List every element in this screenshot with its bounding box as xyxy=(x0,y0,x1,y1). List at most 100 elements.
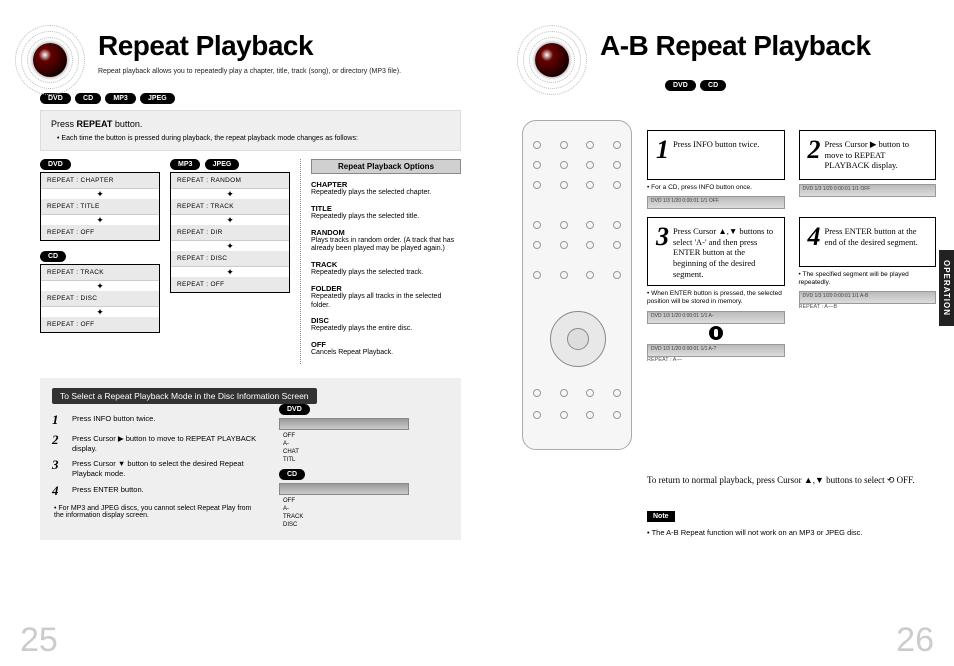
ab-step-4: 4 Press ENTER button at the end of the d… xyxy=(799,217,937,362)
flow-pill-jpeg: JPEG xyxy=(205,159,240,170)
osd-display: DVD 1/3 1/20 0:00:01 1/1 A-? xyxy=(647,344,785,357)
box-head-pre: Press xyxy=(51,119,77,129)
step-3: 3Press Cursor ▼ button to select the des… xyxy=(52,457,259,479)
flow-group-dvd: REPEAT : CHAPTER ✦ REPEAT : TITLE ✦ REPE… xyxy=(40,172,160,241)
step-number: 1 xyxy=(656,137,669,163)
ab-step-1: 1 Press INFO button twice. • For a CD, p… xyxy=(647,130,785,209)
flow-item: REPEAT : CHAPTER xyxy=(41,173,159,189)
opt-key: RANDOM xyxy=(311,228,461,237)
down-arrow-icon: ✦ xyxy=(41,215,159,225)
osd-display: DVD 1/3 1/20 0:00:01 1/1 A- xyxy=(647,311,785,324)
return-to-normal: To return to normal playback, press Curs… xyxy=(647,474,954,487)
sub-text: When ENTER button is pressed, the select… xyxy=(647,290,782,305)
flow-columns: DVD REPEAT : CHAPTER ✦ REPEAT : TITLE ✦ … xyxy=(40,159,461,364)
options-col: Repeat Playback Options CHAPTERRepeatedl… xyxy=(300,159,461,364)
opt-key: TRACK xyxy=(311,260,461,269)
select-mode-box: To Select a Repeat Playback Mode in the … xyxy=(40,378,461,540)
opt-val: Repeatedly plays the entire disc. xyxy=(311,325,461,334)
dvd-mini-list: OFF A- CHAT TITL xyxy=(283,433,449,463)
flow-pill-cd: CD xyxy=(40,251,66,262)
down-arrow-icon: ✦ xyxy=(171,189,289,199)
flow-item: REPEAT : TRACK xyxy=(41,265,159,281)
opt-off: OFFCancels Repeat Playback. xyxy=(311,340,461,358)
page-number-left: 25 xyxy=(20,621,58,660)
opt-val: Repeatedly plays the selected chapter. xyxy=(311,189,461,198)
flow-item: REPEAT : DIR xyxy=(171,225,289,241)
page-title-left: Repeat Playback xyxy=(98,30,483,62)
page-title-right: A-B Repeat Playback xyxy=(600,30,936,62)
osd-display: DVD 1/3 1/20 0:00:01 1/1 OFF xyxy=(799,184,937,197)
disp-pill-dvd: DVD xyxy=(279,404,310,415)
sub-text: The specified segment will be played rep… xyxy=(799,271,909,286)
pill-jpeg: JPEG xyxy=(140,93,175,104)
operation-tab: OPERATION xyxy=(939,250,954,326)
opt-disc: DISCRepeatedly plays the entire disc. xyxy=(311,316,461,334)
box-head-post: button. xyxy=(112,119,142,129)
remote-illustration xyxy=(522,120,632,450)
down-arrow-icon: ✦ xyxy=(41,189,159,199)
step-1: 1Press INFO button twice. xyxy=(52,412,259,428)
disp-pill-cd: CD xyxy=(279,469,305,480)
step-number: 4 xyxy=(808,224,821,250)
step-number: 3 xyxy=(656,224,669,250)
opt-track: TRACKRepeatedly plays the selected track… xyxy=(311,260,461,278)
format-pills-left: DVD CD MP3 JPEG xyxy=(40,93,483,104)
note-body: The A-B Repeat function will not work on… xyxy=(652,528,863,537)
ab-step-3: 3 Press Cursor ▲,▼ buttons to select 'A-… xyxy=(647,217,785,362)
flow-group-cd: REPEAT : TRACK ✦ REPEAT : DISC ✦ REPEAT … xyxy=(40,264,160,333)
select-strip: To Select a Repeat Playback Mode in the … xyxy=(52,388,317,404)
ab-step-grid: 1 Press INFO button twice. • For a CD, p… xyxy=(647,130,936,363)
opt-val: Plays tracks in random order. (A track t… xyxy=(311,237,461,255)
opt-val: Repeatedly plays the selected track. xyxy=(311,269,461,278)
info-display-cd xyxy=(279,483,409,495)
down-arrow-icon: ✦ xyxy=(171,267,289,277)
mini-item: OFF xyxy=(283,433,449,439)
osd-display: DVD 1/3 1/20 0:00:01 1/1 OFF xyxy=(647,196,785,209)
mini-item: TRACK xyxy=(283,514,449,520)
pill-dvd: DVD xyxy=(665,80,696,91)
opt-key: FOLDER xyxy=(311,284,461,293)
flow-item: REPEAT : TITLE xyxy=(41,199,159,215)
opt-key: CHAPTER xyxy=(311,180,461,189)
format-pills-right: DVD CD xyxy=(665,80,936,91)
opt-random: RANDOMPlays tracks in random order. (A t… xyxy=(311,228,461,255)
opt-key: DISC xyxy=(311,316,461,325)
down-arrow-icon: ✦ xyxy=(171,241,289,251)
step-text: Press ENTER button. xyxy=(72,483,144,495)
page-subtitle-left: Repeat playback allows you to repeatedly… xyxy=(98,68,483,75)
flow-pill-mp3: MP3 xyxy=(170,159,200,170)
opt-key: TITLE xyxy=(311,204,461,213)
step-text: Press Cursor ▲,▼ buttons to select 'A-' … xyxy=(673,224,776,279)
flow-item: REPEAT : DISC xyxy=(171,251,289,267)
box-head-btn: REPEAT xyxy=(77,119,113,129)
cd-mini-list: OFF A- TRACK DISC xyxy=(283,498,449,528)
box-head: Press REPEAT button. xyxy=(51,119,450,129)
flow-pill-dvd: DVD xyxy=(40,159,71,170)
step-sub: • When ENTER button is pressed, the sele… xyxy=(647,290,785,306)
sub-text: For a CD, press INFO button once. xyxy=(651,184,752,191)
flow-item: REPEAT : OFF xyxy=(41,225,159,240)
opt-val: Repeatedly plays all tracks in the selec… xyxy=(311,293,461,311)
step-4: 4Press ENTER button. xyxy=(52,483,259,499)
flow-group-mp3: REPEAT : RANDOM ✦ REPEAT : TRACK ✦ REPEA… xyxy=(170,172,290,293)
box-bullet: • Each time the button is pressed during… xyxy=(57,135,450,142)
flow-item: REPEAT : TRACK xyxy=(171,199,289,215)
info-display-dvd xyxy=(279,418,409,430)
flow-col-dvd-cd: DVD REPEAT : CHAPTER ✦ REPEAT : TITLE ✦ … xyxy=(40,159,160,364)
ab-step-2: 2 Press Cursor ▶ button to move to REPEA… xyxy=(799,130,937,209)
mini-item: A- xyxy=(283,441,449,447)
opt-folder: FOLDERRepeatedly plays all tracks in the… xyxy=(311,284,461,311)
osd-display: DVD 1/3 1/20 0:00:01 1/1 A-B xyxy=(799,291,937,304)
opt-val: Repeatedly plays the selected title. xyxy=(311,213,461,222)
repeat-line: REPEAT : A— xyxy=(647,357,785,363)
opt-chapter: CHAPTERRepeatedly plays the selected cha… xyxy=(311,180,461,198)
note-text: • The A-B Repeat function will not work … xyxy=(647,528,954,537)
flow-item: REPEAT : OFF xyxy=(41,317,159,332)
step-sub: • The specified segment will be played r… xyxy=(799,271,937,287)
opt-title: TITLERepeatedly plays the selected title… xyxy=(311,204,461,222)
opt-val: Cancels Repeat Playback. xyxy=(311,349,461,358)
step-text: Press INFO button twice. xyxy=(72,412,155,424)
mini-item: CHAT xyxy=(283,449,449,455)
remote-dpad-icon xyxy=(550,311,606,367)
info-icon xyxy=(709,326,723,340)
